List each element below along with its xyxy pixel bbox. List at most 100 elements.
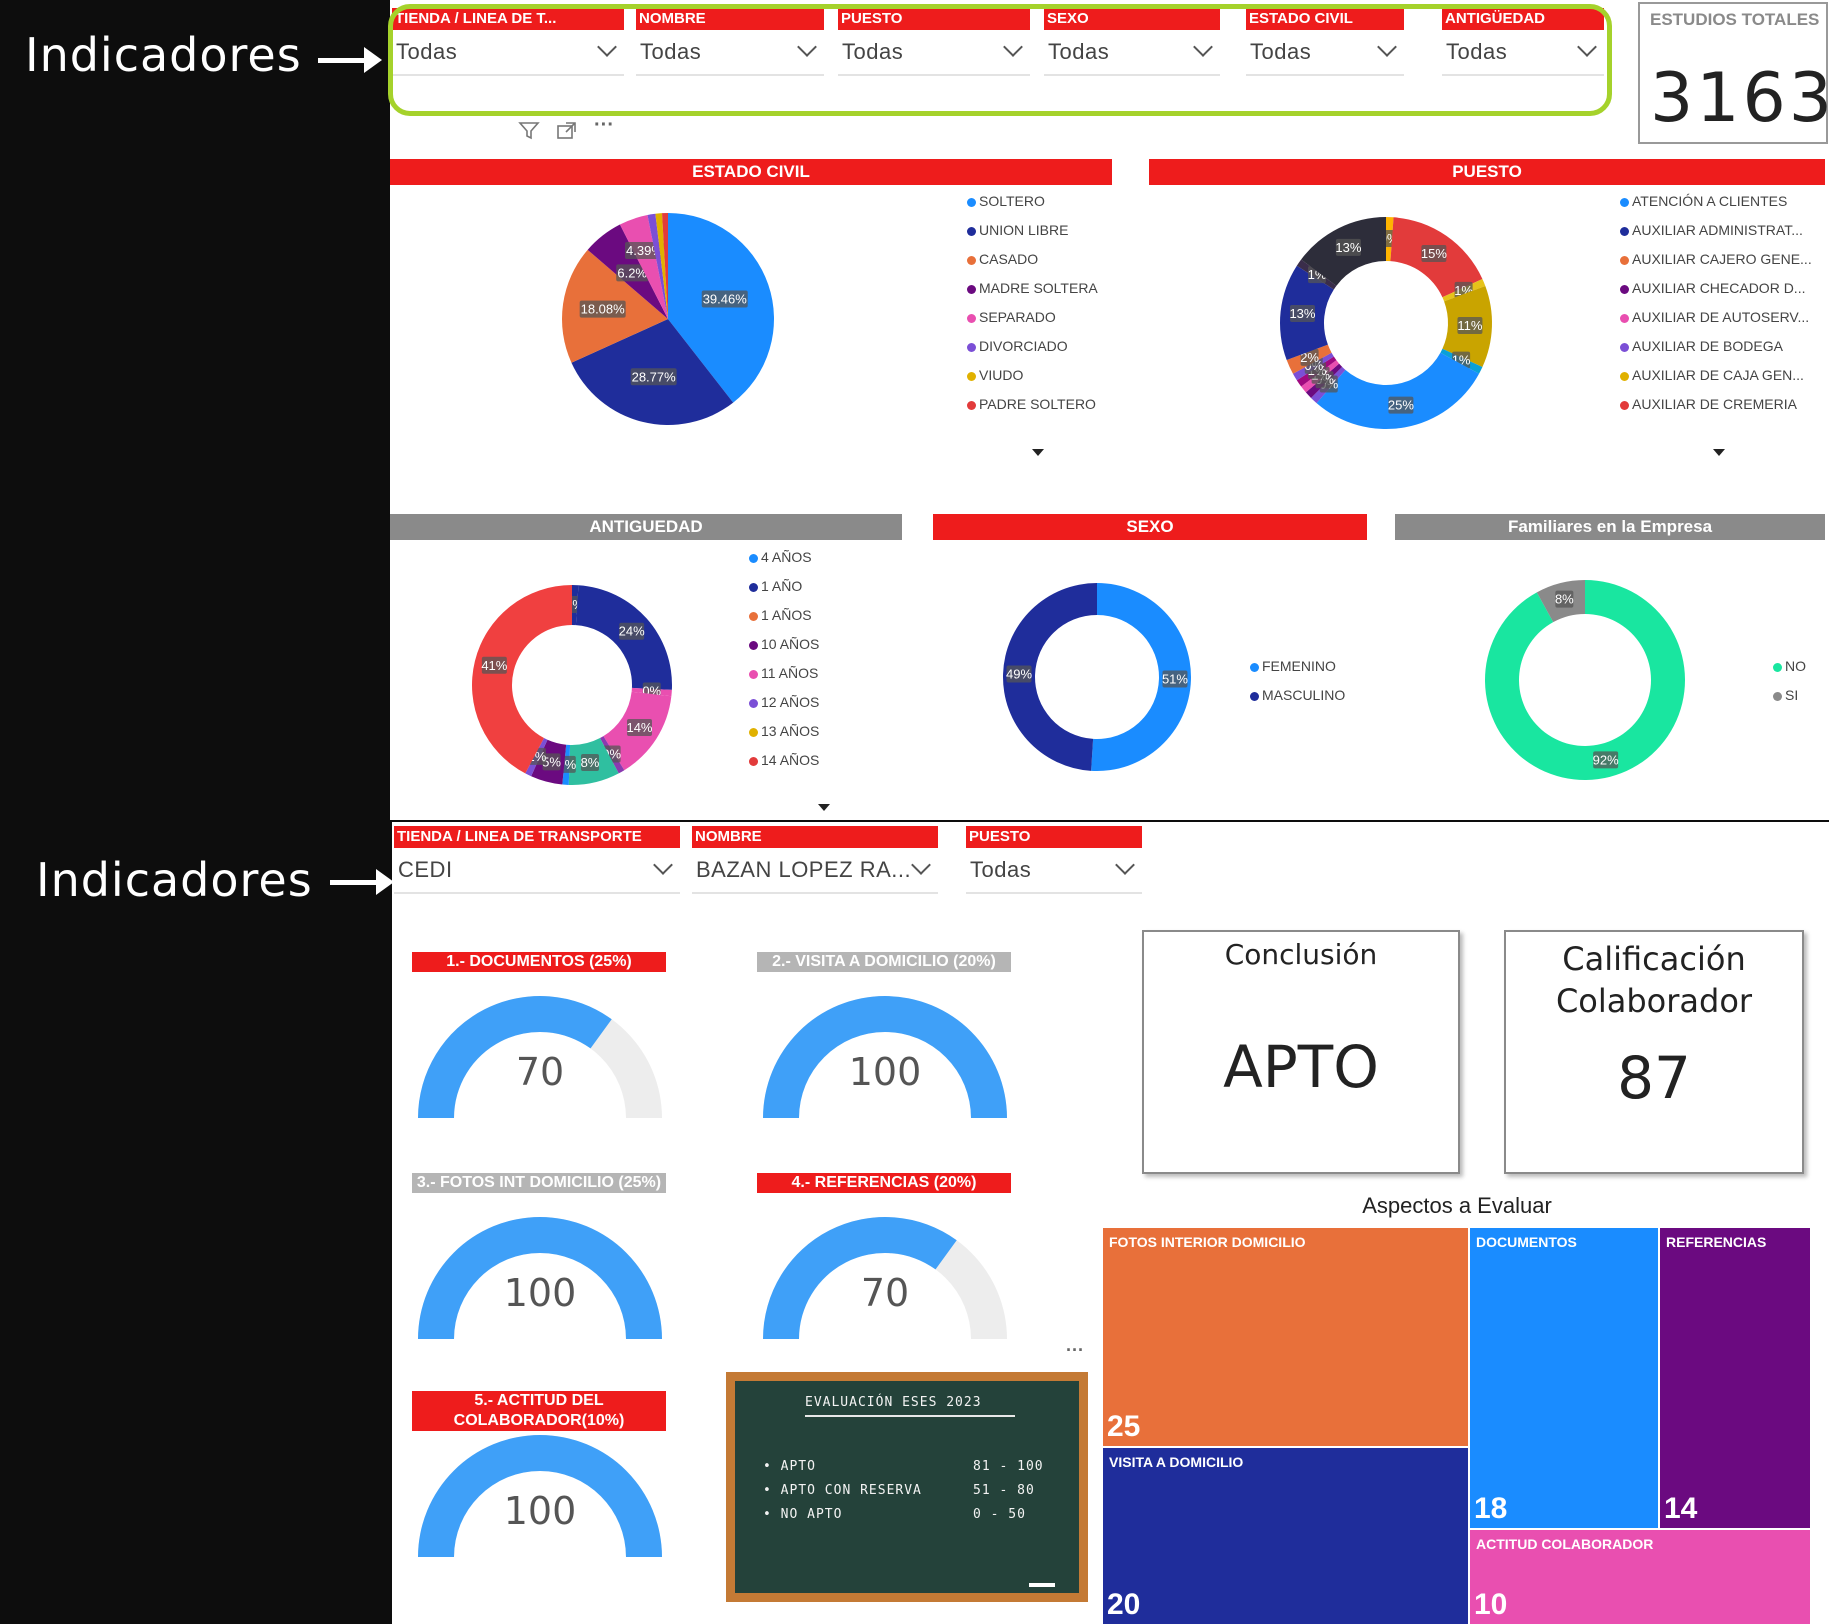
legend-label: UNION LIBRE bbox=[979, 222, 1069, 238]
legend-item[interactable]: 14 AÑOS bbox=[749, 746, 819, 775]
treemap-cell-label: FOTOS INTERIOR DOMICILIO bbox=[1109, 1234, 1306, 1250]
treemap-cell-value: 20 bbox=[1107, 1588, 1141, 1621]
estudios-label: ESTUDIOS TOTALES bbox=[1650, 10, 1820, 29]
legend-item[interactable]: AUXILIAR DE BODEGA bbox=[1620, 332, 1812, 361]
legend-item[interactable]: DIVORCIADO bbox=[967, 332, 1098, 361]
gauge-value: 100 bbox=[503, 1271, 577, 1315]
legend-scroll-down-icon[interactable] bbox=[818, 804, 830, 811]
legend-dot-icon bbox=[1620, 284, 1629, 294]
treemap-cell-value: 10 bbox=[1474, 1588, 1508, 1621]
legend-item[interactable]: AUXILIAR DE AUTOSERV... bbox=[1620, 303, 1812, 332]
more-options-icon[interactable]: ··· bbox=[594, 114, 614, 137]
legend-item[interactable]: ATENCIÓN A CLIENTES bbox=[1620, 187, 1812, 216]
treemap-cell[interactable]: DOCUMENTOS 18 bbox=[1470, 1228, 1658, 1528]
legend-dot-icon bbox=[1620, 255, 1629, 265]
chevron-down-icon[interactable] bbox=[653, 855, 673, 875]
legend-dot-icon bbox=[749, 727, 758, 737]
data-label: 18.08% bbox=[581, 302, 626, 317]
legend-label: AUXILIAR DE CREMERIA bbox=[1632, 396, 1797, 412]
legend-dot-icon bbox=[749, 611, 758, 621]
data-label: 28.77% bbox=[632, 369, 677, 384]
legend-scroll-down-icon[interactable] bbox=[1713, 449, 1725, 456]
legend-dot-icon bbox=[967, 284, 976, 294]
legend-label: AUXILIAR CAJERO GENE... bbox=[1632, 251, 1812, 267]
legend-dot-icon bbox=[1250, 662, 1259, 672]
legend-dot-icon bbox=[749, 553, 758, 563]
filter-header: NOMBRE bbox=[692, 826, 938, 848]
filter-icon[interactable] bbox=[518, 120, 540, 140]
treemap-cell[interactable]: VISITA A DOMICILIO 20 bbox=[1103, 1448, 1468, 1624]
legend-item[interactable]: SI bbox=[1773, 681, 1806, 710]
arrow-right-icon bbox=[330, 869, 394, 895]
legend-item[interactable]: VIUDO bbox=[967, 361, 1098, 390]
legend-item[interactable]: 10 AÑOS bbox=[749, 630, 819, 659]
data-label: 25% bbox=[1388, 398, 1414, 413]
gauge-value: 70 bbox=[515, 1050, 565, 1094]
chart-slice bbox=[1316, 352, 1480, 429]
legend-dot-icon bbox=[1620, 400, 1629, 410]
treemap-cell[interactable]: REFERENCIAS 14 bbox=[1660, 1228, 1810, 1528]
puesto-donut-chart: 0%15%1%11%1%25%0%0%1%1%0%2%13%1%13% bbox=[1280, 217, 1492, 429]
legend-item[interactable]: 12 AÑOS bbox=[749, 688, 819, 717]
treemap-cell-value: 18 bbox=[1474, 1492, 1508, 1525]
legend-item[interactable]: MASCULINO bbox=[1250, 681, 1345, 710]
legend-item[interactable]: 11 AÑOS bbox=[749, 659, 819, 688]
legend-item[interactable]: SEPARADO bbox=[967, 303, 1098, 332]
legend-item[interactable]: MADRE SOLTERA bbox=[967, 274, 1098, 303]
filter-slicer[interactable]: NOMBRE BAZAN LOPEZ RA... bbox=[692, 826, 938, 894]
focus-mode-icon[interactable] bbox=[556, 121, 578, 141]
treemap-cell[interactable]: ACTITUD COLABORADOR 10 bbox=[1470, 1530, 1810, 1624]
legend-label: ATENCIÓN A CLIENTES bbox=[1632, 193, 1788, 209]
legend-item[interactable]: 13 AÑOS bbox=[749, 717, 819, 746]
legend-label: FEMENINO bbox=[1262, 658, 1336, 674]
legend-scroll-down-icon[interactable] bbox=[1032, 449, 1044, 456]
sexo-donut-chart: 51% 49% bbox=[1003, 583, 1192, 771]
sexo-legend: FEMENINO MASCULINO bbox=[1250, 652, 1345, 710]
annotation-bottom: Indicadores bbox=[36, 853, 313, 907]
filter-dropdown[interactable]: Todas bbox=[966, 848, 1142, 894]
legend-item[interactable]: AUXILIAR CAJERO GENE... bbox=[1620, 245, 1812, 274]
legend-item[interactable]: SOLTERO bbox=[967, 187, 1098, 216]
legend-item[interactable]: AUXILIAR CHECADOR D... bbox=[1620, 274, 1812, 303]
legend-item[interactable]: 1 AÑOS bbox=[749, 601, 819, 630]
treemap-cell-label: REFERENCIAS bbox=[1666, 1234, 1767, 1250]
legend-label: 12 AÑOS bbox=[761, 694, 820, 710]
data-label: 8% bbox=[1555, 592, 1574, 607]
chevron-down-icon[interactable] bbox=[1115, 855, 1135, 875]
legend-item[interactable]: AUXILIAR DE CREMERIA bbox=[1620, 390, 1812, 419]
estado-civil-pie-chart: 39.46%28.77%18.08%6.2%4.39% bbox=[562, 213, 774, 425]
filter-slicer[interactable]: PUESTO Todas bbox=[966, 826, 1142, 894]
legend-label: CASADO bbox=[979, 251, 1039, 267]
filter-header: TIENDA / LINEA DE TRANSPORTE bbox=[394, 826, 680, 848]
chalkboard-image: EVALUACIÓN ESES 2023 • APTO 81 - 100 • APT… bbox=[726, 1372, 1088, 1602]
legend-label: AUXILIAR DE CAJA GEN... bbox=[1632, 367, 1804, 383]
filter-dropdown[interactable]: CEDI bbox=[394, 848, 680, 894]
data-label: 13% bbox=[1289, 306, 1315, 321]
data-label: 11% bbox=[1457, 318, 1482, 333]
legend-item[interactable]: PADRE SOLTERO bbox=[967, 390, 1098, 419]
legend-item[interactable]: 4 AÑOS bbox=[749, 543, 819, 572]
data-label: 41% bbox=[481, 658, 507, 673]
conclusion-title: Conclusión bbox=[1224, 938, 1378, 971]
legend-label: 10 AÑOS bbox=[761, 636, 820, 652]
legend-dot-icon bbox=[1620, 371, 1629, 381]
legend-item[interactable]: UNION LIBRE bbox=[967, 216, 1098, 245]
legend-item[interactable]: FEMENINO bbox=[1250, 652, 1345, 681]
filter-slicer[interactable]: TIENDA / LINEA DE TRANSPORTE CEDI bbox=[394, 826, 680, 894]
calificacion-value: 87 bbox=[1617, 1044, 1691, 1112]
chevron-down-icon[interactable] bbox=[911, 855, 931, 875]
legend-dot-icon bbox=[967, 342, 976, 352]
legend-item[interactable]: NO bbox=[1773, 652, 1806, 681]
data-label: 24% bbox=[619, 624, 645, 639]
legend-item[interactable]: 1 AÑO bbox=[749, 572, 819, 601]
filter-dropdown[interactable]: BAZAN LOPEZ RA... bbox=[692, 848, 938, 894]
legend-item[interactable]: AUXILIAR ADMINISTRAT... bbox=[1620, 216, 1812, 245]
legend-label: 13 AÑOS bbox=[761, 723, 820, 739]
gauge-title: 5.- ACTITUD DEL COLABORADOR(10%) bbox=[412, 1391, 666, 1431]
more-options-icon[interactable]: ··· bbox=[1066, 1340, 1084, 1361]
data-label: 13% bbox=[1335, 240, 1361, 255]
chalkboard-row: • APTO 81 - 100 bbox=[763, 1459, 1053, 1474]
treemap-cell[interactable]: FOTOS INTERIOR DOMICILIO 25 bbox=[1103, 1228, 1468, 1446]
legend-item[interactable]: AUXILIAR DE CAJA GEN... bbox=[1620, 361, 1812, 390]
legend-item[interactable]: CASADO bbox=[967, 245, 1098, 274]
